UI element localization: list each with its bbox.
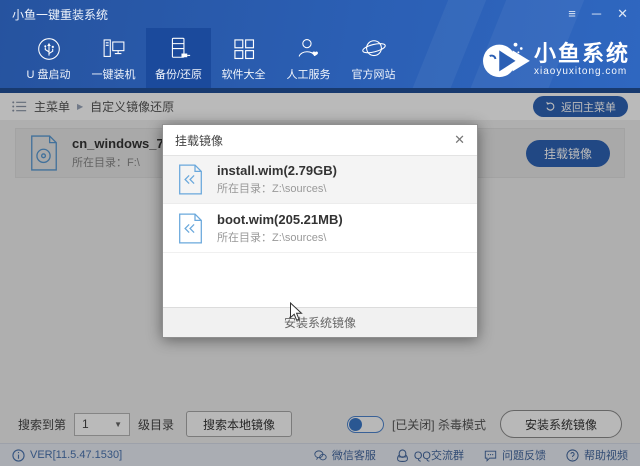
minimize-icon[interactable]: ─	[592, 0, 601, 28]
dialog-close-icon[interactable]: ✕	[454, 132, 465, 148]
brand-logo: 小鱼系统 xiaoyuxitong.com	[480, 34, 630, 84]
dialog-item-name: install.wim(2.79GB)	[217, 163, 337, 178]
support-person-icon	[298, 38, 318, 57]
logo-subtitle: xiaoyuxitong.com	[533, 65, 628, 77]
window-title: 小鱼一键重装系统	[12, 7, 109, 22]
wim-file-icon	[179, 212, 202, 244]
globe-icon	[361, 39, 386, 56]
page-body: 主菜单 ▶ 自定义镜像还原 返回主菜单 cn_windows_7_ultimat…	[0, 88, 640, 466]
menu-icon[interactable]: ≡	[568, 0, 576, 28]
dialog-spacer	[163, 252, 477, 307]
nav-label: 一键装机	[91, 68, 136, 81]
nav-item-human-support[interactable]: 人工服务	[276, 28, 341, 88]
nav-label: 软件大全	[221, 68, 266, 81]
apps-grid-icon	[233, 38, 254, 59]
nav-label: 官方网站	[351, 68, 396, 81]
dialog-item-directory: 所在目录：Z:\sources\	[217, 183, 327, 195]
dialog-item-boot-wim[interactable]: boot.wim(205.21MB) 所在目录：Z:\sources\	[163, 204, 477, 252]
dialog-install-system-image-button[interactable]: 安装系统镜像	[163, 302, 477, 337]
nav-item-software-collection[interactable]: 软件大全	[211, 28, 276, 88]
dialog-title: 挂载镜像	[175, 133, 224, 148]
dialog-item-info: install.wim(2.79GB) 所在目录：Z:\sources\	[217, 163, 337, 196]
dialog-header: 挂载镜像 ✕	[163, 125, 477, 156]
nav-item-official-website[interactable]: 官方网站	[341, 28, 406, 88]
nav-item-backup-restore[interactable]: 备份/还原	[146, 28, 211, 88]
app-window: 小鱼一键重装系统 ≡ ─ ✕ U 盘启动 一键装机 备份/还原 软件大全 人工服…	[0, 0, 640, 466]
usb-icon	[37, 37, 60, 60]
server-icon	[171, 37, 190, 58]
dialog-item-name: boot.wim(205.21MB)	[217, 211, 343, 227]
nav-item-usb-boot[interactable]: U 盘启动	[16, 28, 81, 88]
nav-label: U 盘启动	[26, 68, 71, 81]
close-icon[interactable]: ✕	[617, 0, 628, 28]
nav-label: 人工服务	[286, 68, 331, 81]
computer-icon	[103, 38, 124, 57]
mount-image-dialog: 挂载镜像 ✕ install.wim(2.79GB) 所在目录：Z:\sourc…	[162, 124, 478, 338]
wim-file-icon	[179, 164, 202, 195]
nav-item-one-click-install[interactable]: 一键装机	[81, 28, 146, 88]
mouse-cursor-icon	[290, 302, 303, 321]
dialog-item-info: boot.wim(205.21MB) 所在目录：Z:\sources\	[217, 212, 343, 245]
dialog-item-install-wim[interactable]: install.wim(2.79GB) 所在目录：Z:\sources\	[163, 156, 477, 204]
title-bar: 小鱼一键重装系统 ≡ ─ ✕	[0, 0, 640, 28]
window-controls: ≡ ─ ✕	[568, 0, 628, 28]
main-nav: U 盘启动 一键装机 备份/还原 软件大全 人工服务 官方网站 小鱼系统 xia…	[0, 28, 640, 88]
logo-text: 小鱼系统 xiaoyuxitong.com	[533, 40, 630, 77]
logo-title: 小鱼系统	[533, 40, 630, 66]
fish-logo-icon	[482, 42, 530, 78]
dialog-item-directory: 所在目录：Z:\sources\	[217, 231, 327, 244]
nav-label: 备份/还原	[154, 68, 203, 81]
